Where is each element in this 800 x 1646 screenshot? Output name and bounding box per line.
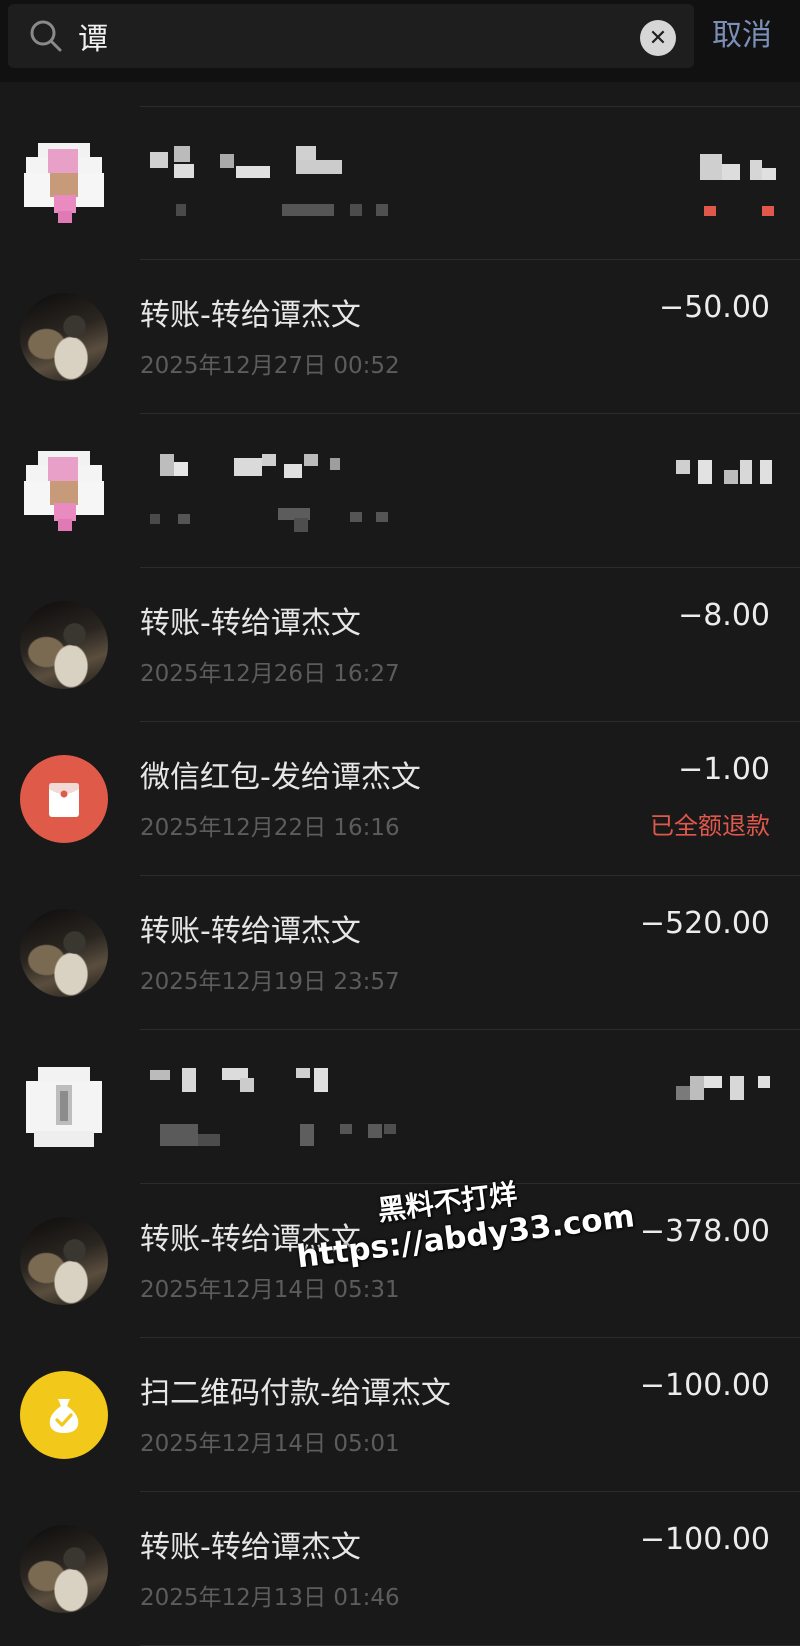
pixelated-title (160, 454, 360, 494)
search-box[interactable]: ✕ (8, 4, 694, 68)
transaction-title: 转账-转给谭杰文 (140, 914, 361, 949)
transaction-row[interactable]: 微信红包-发给谭杰文 2025年12月22日 16:16 −1.00 已全额退款 (0, 722, 800, 876)
transaction-title: 转账-转给谭杰文 (140, 1530, 361, 1565)
transaction-title: 转账-转给谭杰文 (140, 606, 361, 641)
transaction-row[interactable]: 扫二维码付款-给谭杰文 2025年12月14日 05:01 −100.00 (0, 1338, 800, 1492)
transaction-row[interactable]: 转账-转给谭杰文 2025年12月27日 00:52 −50.00 (0, 260, 800, 414)
transaction-amount: −378.00 (639, 1214, 770, 1249)
avatar (20, 601, 108, 689)
avatar-pixelated (20, 1063, 108, 1151)
transaction-amount: −520.00 (639, 906, 770, 941)
avatar (20, 293, 108, 381)
avatar-pixelated (20, 447, 108, 535)
money-bag-icon (20, 1371, 108, 1459)
transaction-amount: −100.00 (639, 1522, 770, 1557)
transaction-row-pixelated[interactable] (0, 106, 800, 260)
transaction-time: 2025年12月13日 01:46 (140, 1585, 400, 1611)
avatar-pixelated (20, 139, 108, 227)
transaction-amount: −1.00 (678, 752, 770, 787)
transaction-title: 转账-转给谭杰文 (140, 298, 361, 333)
cancel-button[interactable]: 取消 (712, 14, 772, 58)
transaction-time: 2025年12月26日 16:27 (140, 661, 400, 687)
refund-status: 已全额退款 (650, 812, 770, 840)
pixelated-time (160, 1124, 410, 1150)
search-input[interactable] (78, 12, 618, 60)
pixelated-title (150, 1068, 350, 1102)
transaction-row[interactable]: 转账-转给谭杰文 2025年12月13日 01:46 −100.00 (0, 1492, 800, 1646)
avatar (20, 1217, 108, 1305)
transaction-time: 2025年12月22日 16:16 (140, 815, 400, 841)
close-icon: ✕ (648, 25, 668, 51)
transaction-row[interactable]: 转账-转给谭杰文 2025年12月19日 23:57 −520.00 (0, 876, 800, 1030)
transaction-row-pixelated[interactable] (0, 1030, 800, 1184)
pixelated-amount (700, 154, 780, 218)
transaction-time: 2025年12月14日 05:01 (140, 1431, 400, 1457)
search-icon (30, 20, 62, 52)
transaction-time: 2025年12月27日 00:52 (140, 353, 400, 379)
pixelated-time (150, 508, 400, 534)
transaction-title: 微信红包-发给谭杰文 (140, 760, 421, 795)
transaction-amount: −50.00 (658, 290, 770, 325)
pixelated-amount (676, 1076, 776, 1106)
transaction-row-pixelated[interactable] (0, 414, 800, 568)
red-packet-icon (20, 755, 108, 843)
clear-search-button[interactable]: ✕ (640, 20, 676, 56)
transaction-time: 2025年12月14日 05:31 (140, 1277, 400, 1303)
transaction-title: 扫二维码付款-给谭杰文 (140, 1376, 451, 1411)
avatar (20, 1525, 108, 1613)
avatar (20, 909, 108, 997)
search-bar: ✕ 取消 (0, 0, 800, 82)
transaction-row[interactable]: 转账-转给谭杰文 2025年12月26日 16:27 −8.00 (0, 568, 800, 722)
transaction-list: 转账-转给谭杰文 2025年12月27日 00:52 −50.00 转账-转给谭… (0, 106, 800, 1646)
pixelated-title (150, 146, 350, 186)
transaction-amount: −8.00 (678, 598, 770, 633)
transaction-amount: −100.00 (639, 1368, 770, 1403)
transaction-time: 2025年12月19日 23:57 (140, 969, 400, 995)
pixelated-amount (676, 460, 776, 490)
pixelated-time (170, 204, 400, 220)
